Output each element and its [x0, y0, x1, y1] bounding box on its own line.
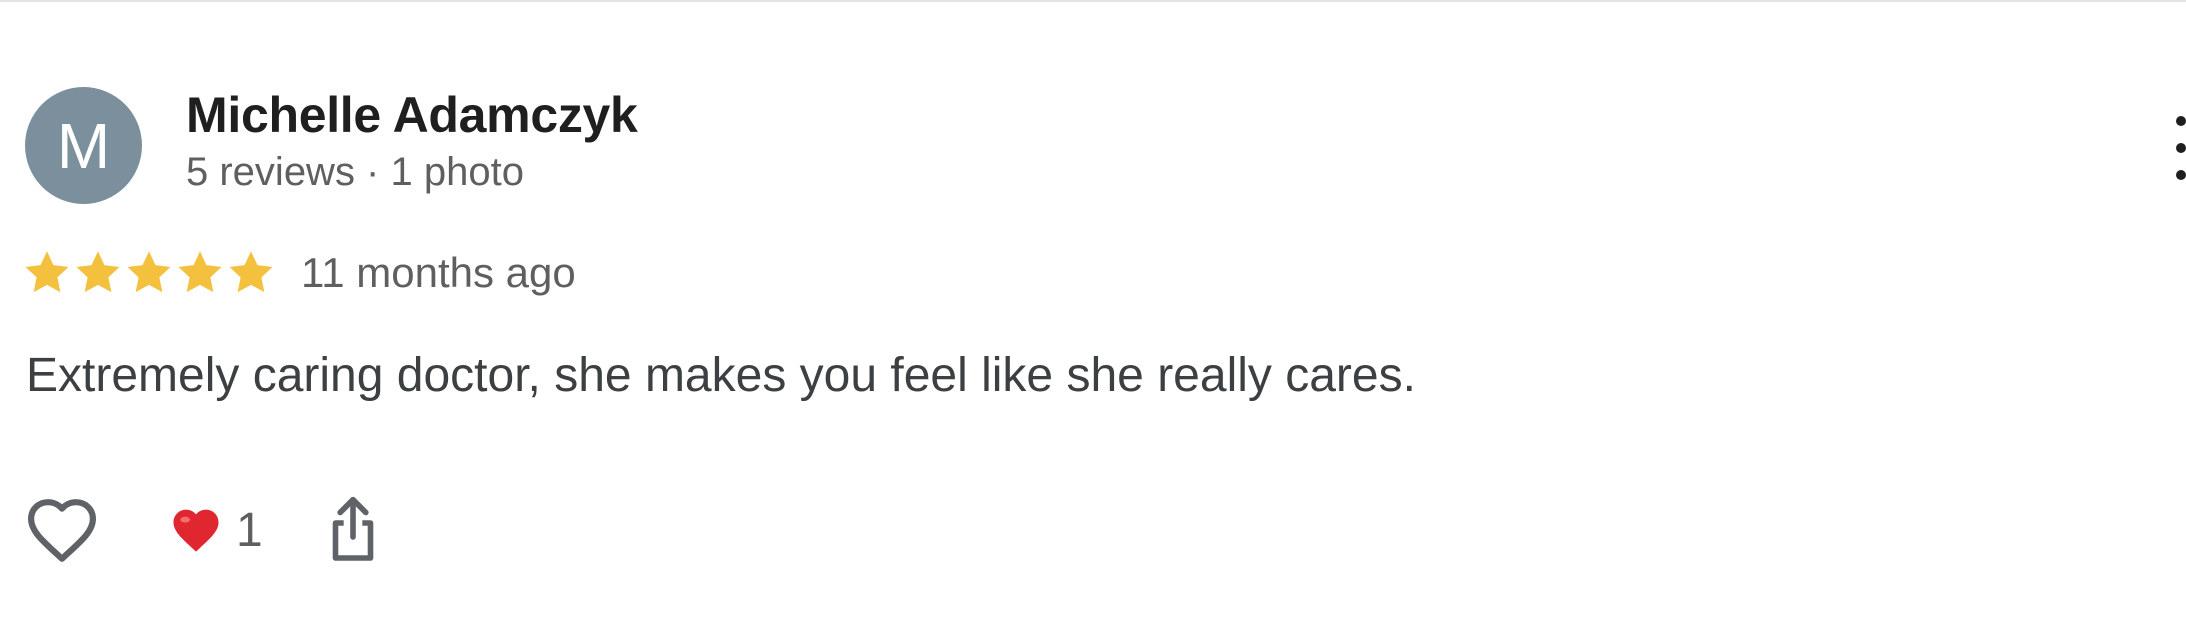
- reaction-count: 1: [236, 503, 263, 557]
- star-rating: [22, 248, 277, 298]
- menu-dot: [2176, 170, 2186, 180]
- review-text: Extremely caring doctor, she makes you f…: [26, 349, 1416, 402]
- star-icon: [76, 251, 120, 293]
- star-icon: [25, 251, 69, 293]
- review-time: 11 months ago: [301, 249, 576, 296]
- menu-dot: [2176, 116, 2186, 126]
- avatar[interactable]: M: [25, 87, 142, 204]
- star-icon: [178, 251, 222, 293]
- share-button[interactable]: [323, 494, 383, 566]
- heart-outline-icon: [28, 499, 96, 562]
- menu-dot: [2176, 143, 2186, 153]
- author-meta: 5 reviews · 1 photo: [186, 150, 524, 194]
- avatar-initial: M: [56, 109, 111, 182]
- rating-row: 11 months ago: [22, 245, 576, 301]
- divider: [0, 0, 2186, 2]
- more-vertical-icon[interactable]: [2176, 116, 2186, 180]
- share-icon: [332, 496, 374, 561]
- reaction[interactable]: 1: [170, 503, 263, 558]
- red-heart-icon: [173, 509, 219, 552]
- author-name[interactable]: Michelle Adamczyk: [186, 86, 638, 144]
- review-actions: 1: [24, 494, 383, 566]
- star-icon: [127, 251, 171, 293]
- star-icon: [229, 251, 273, 293]
- like-button[interactable]: [24, 494, 100, 566]
- review-card: M Michelle Adamczyk 5 reviews · 1 photo …: [0, 0, 2186, 644]
